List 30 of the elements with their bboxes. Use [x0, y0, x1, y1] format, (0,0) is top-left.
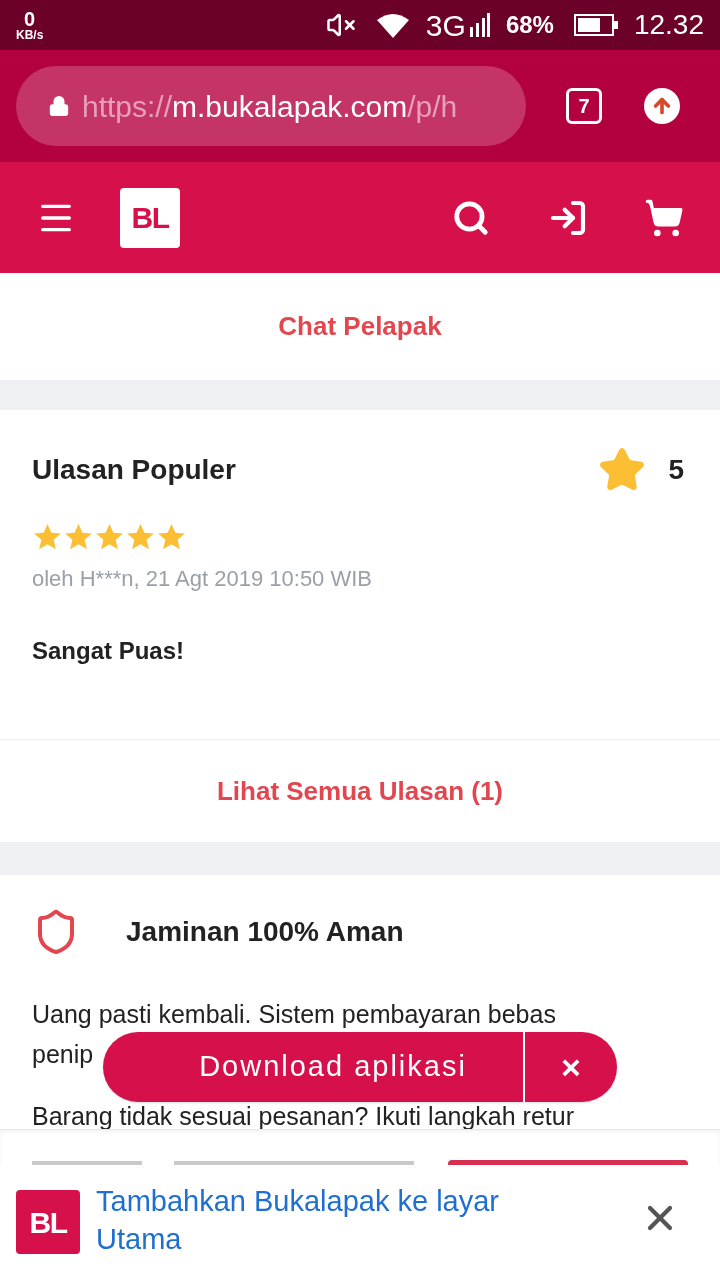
cart-icon[interactable] — [644, 197, 684, 238]
section-title: Jaminan 100% Aman — [126, 915, 404, 949]
speed-value: 0 — [24, 9, 36, 29]
see-all-reviews-link[interactable]: Lihat Semua Ulasan (1) — [216, 771, 504, 811]
lock-icon — [48, 95, 70, 117]
add-to-home-link[interactable]: Tambahkan Bukalapak ke layar Utama — [96, 1182, 566, 1258]
review-text: Sangat Puas! — [32, 636, 186, 666]
clock: 12.32 — [633, 8, 704, 42]
download-app-button[interactable]: Download aplikasi × — [103, 1032, 617, 1102]
app-logo: BL — [16, 1190, 80, 1254]
section-title: Ulasan Populer — [32, 453, 237, 487]
signal-icon — [469, 13, 490, 37]
logo[interactable]: BL — [120, 187, 180, 248]
wifi-icon — [375, 12, 410, 38]
chat-seller-link[interactable]: Chat Pelapak — [278, 307, 442, 346]
guarantee-text-line: penip — [32, 1039, 94, 1070]
url-text: https://m.bukalapak.com/p/h — [82, 88, 458, 125]
speed-unit: KB/s — [16, 29, 44, 41]
tab-count-button[interactable]: 7 — [566, 88, 602, 124]
review-meta: oleh H***n, 21 Agt 2019 10:50 WIB — [32, 565, 373, 593]
network-type: 3G — [425, 7, 466, 44]
close-prompt-button[interactable]: × — [525, 1041, 617, 1093]
battery-percent: 68% — [505, 10, 554, 40]
url-bar[interactable]: https://m.bukalapak.com/p/h — [16, 66, 526, 146]
battery-icon — [573, 14, 618, 36]
arrow-up-icon — [651, 95, 673, 117]
rating-value: 5 — [668, 453, 684, 487]
search-icon[interactable] — [452, 198, 490, 237]
guarantee-text-line: Uang pasti kembali. Sistem pembayaran bebas — [32, 999, 556, 1030]
update-button[interactable] — [644, 88, 680, 124]
